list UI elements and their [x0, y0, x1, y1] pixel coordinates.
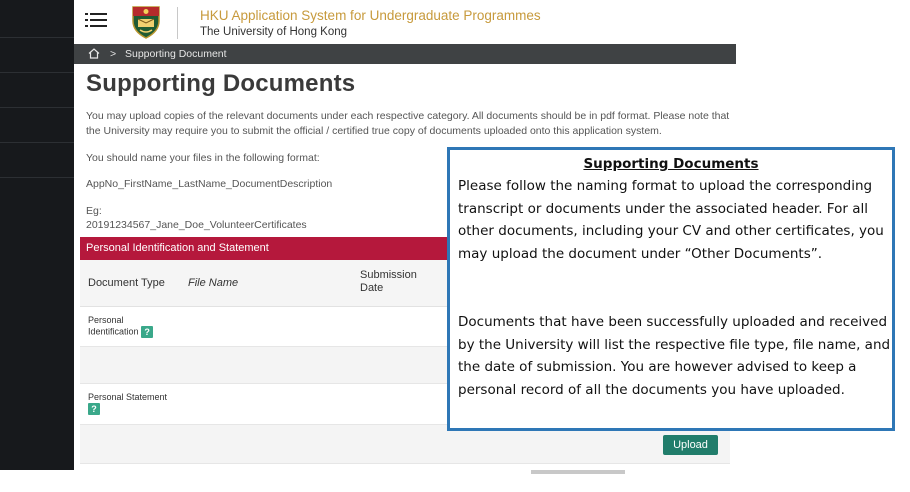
- menu-icon[interactable]: [85, 10, 107, 30]
- example-value: 20191234567_Jane_Doe_VolunteerCertificat…: [86, 219, 307, 231]
- column-document-type: Document Type: [88, 277, 165, 289]
- document-type-label: Personal Identification ?: [88, 315, 158, 338]
- section-title: Personal Identification and Statement: [86, 242, 269, 254]
- callout-paragraph: Please follow the naming format to uploa…: [458, 178, 884, 262]
- university-name: The University of Hong Kong: [200, 26, 348, 38]
- sidebar-item[interactable]: [0, 143, 74, 178]
- partial-element: [531, 470, 625, 474]
- row-label: Personal Statement: [88, 392, 168, 402]
- example-label: Eg:: [86, 205, 102, 217]
- page-title: Supporting Documents: [86, 70, 356, 97]
- column-submission-date: Submission Date: [360, 269, 417, 294]
- naming-hint: You should name your files in the follow…: [86, 152, 320, 164]
- app-header: HKU Application System for Undergraduate…: [74, 0, 736, 44]
- sidebar-item[interactable]: [0, 38, 74, 73]
- help-icon[interactable]: ?: [141, 326, 154, 338]
- help-icon[interactable]: ?: [88, 403, 100, 415]
- sidebar-item[interactable]: [0, 73, 74, 108]
- row-label: Personal Identification: [88, 315, 139, 337]
- header-divider: [177, 7, 178, 39]
- intro-text: You may upload copies of the relevant do…: [86, 110, 730, 137]
- document-type-label: Personal Statement ?: [88, 392, 198, 415]
- hku-crest-icon: [132, 6, 160, 39]
- home-icon[interactable]: [88, 48, 100, 59]
- app-title[interactable]: HKU Application System for Undergraduate…: [200, 8, 541, 23]
- table-row: [80, 464, 730, 474]
- column-file-name: File Name: [188, 277, 239, 289]
- sidebar: [0, 0, 74, 470]
- breadcrumb-separator-icon: >: [110, 48, 117, 60]
- breadcrumb-current: Supporting Document: [125, 48, 227, 60]
- naming-format: AppNo_FirstName_LastName_DocumentDescrip…: [86, 178, 333, 190]
- sidebar-item[interactable]: [0, 108, 74, 143]
- upload-button[interactable]: Upload: [663, 435, 718, 455]
- callout-title: Supporting Documents: [583, 156, 759, 172]
- callout-paragraph: Documents that have been successfully up…: [458, 314, 891, 398]
- callout-box: Supporting Documents Please follow the n…: [447, 147, 895, 431]
- sidebar-item[interactable]: [0, 0, 74, 38]
- breadcrumb: > Supporting Document: [74, 44, 736, 64]
